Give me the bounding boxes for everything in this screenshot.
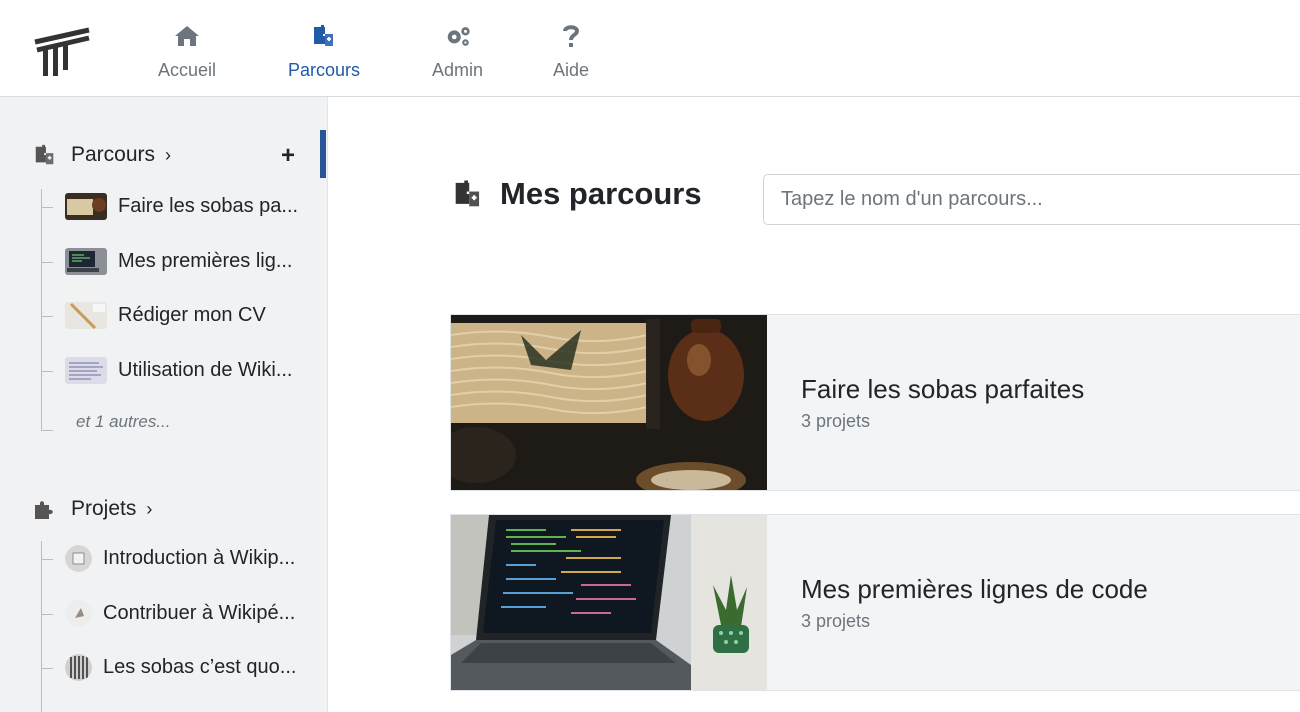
sidebar-parcours-item[interactable]: Utilisation de Wiki... — [65, 357, 293, 384]
tree-branch — [41, 262, 53, 263]
projet-avatar — [65, 545, 92, 572]
nav-accueil-label: Accueil — [158, 60, 217, 80]
projet-avatar — [65, 600, 92, 627]
chevron-right-icon: › — [146, 498, 153, 519]
tree-branch — [41, 430, 53, 431]
puzzle-path-icon — [310, 22, 338, 50]
sidebar-projets-label: Projets — [71, 497, 137, 520]
tree-line — [41, 541, 42, 712]
sidebar-projets-header[interactable]: Projets › — [33, 497, 152, 521]
nav-admin[interactable]: Admin — [432, 22, 483, 81]
nav-parcours[interactable]: Parcours — [288, 22, 360, 81]
tree-branch — [41, 371, 53, 372]
sidebar-parcours-item[interactable]: Mes premières lig... — [65, 248, 293, 275]
tree-branch — [41, 207, 53, 208]
parcours-thumbnail — [65, 193, 107, 220]
home-icon — [173, 22, 201, 50]
parcours-card-title: Mes premières lignes de code — [801, 573, 1148, 604]
gears-icon — [444, 22, 472, 50]
puzzle-path-icon — [33, 143, 57, 167]
projet-avatar — [65, 654, 92, 681]
page-title: Mes parcours — [452, 176, 702, 212]
nav-aide[interactable]: Aide — [553, 22, 589, 81]
parcours-card[interactable]: Mes premières lignes de code 3 projets — [450, 514, 1300, 691]
sidebar-parcours-more-link[interactable]: et 1 autres... — [76, 412, 171, 432]
page-title-text: Mes parcours — [500, 176, 702, 211]
sidebar-scroll-indicator[interactable] — [320, 130, 326, 178]
parcours-card-body: Mes premières lignes de code 3 projets — [767, 515, 1148, 690]
puzzle-icon — [33, 497, 57, 521]
question-icon — [557, 22, 585, 50]
puzzle-path-icon — [452, 178, 484, 210]
parcours-thumbnail — [65, 248, 107, 275]
parcours-card-subtitle: 3 projets — [801, 410, 871, 431]
sidebar-parcours-item-label: Faire les sobas pa... — [118, 195, 299, 217]
sidebar-projet-item-label: Introduction à Wikip... — [103, 547, 296, 569]
sidebar-projet-item[interactable]: Introduction à Wikip... — [65, 545, 295, 572]
parcours-thumbnail — [65, 302, 107, 329]
tree-line — [41, 189, 42, 430]
nav-aide-label: Aide — [553, 60, 590, 80]
tree-branch — [41, 559, 53, 560]
app-logo[interactable] — [33, 26, 93, 78]
nav-parcours-label: Parcours — [288, 60, 361, 80]
sidebar-projet-item[interactable]: Contribuer à Wikipé... — [65, 600, 295, 627]
sidebar: Parcours › + Faire les sobas pa... Mes p… — [0, 97, 328, 712]
tree-branch — [41, 316, 53, 317]
chevron-right-icon: › — [165, 144, 172, 165]
parcours-card-image — [451, 515, 767, 690]
sidebar-parcours-item[interactable]: Rédiger mon CV — [65, 302, 266, 329]
parcours-card-body: Faire les sobas parfaites 3 projets — [767, 315, 1084, 490]
sidebar-parcours-header[interactable]: Parcours › — [33, 143, 171, 167]
search-parcours-input[interactable] — [763, 174, 1300, 225]
sidebar-parcours-item-label: Utilisation de Wiki... — [118, 359, 293, 381]
parcours-thumbnail — [65, 357, 107, 384]
top-navbar: Accueil Parcours Admin Aide — [0, 0, 1300, 97]
parcours-card-title: Faire les sobas parfaites — [801, 373, 1085, 404]
tree-branch — [41, 668, 53, 669]
sidebar-parcours-label: Parcours — [71, 143, 156, 166]
sidebar-parcours-item-label: Rédiger mon CV — [118, 304, 266, 326]
add-parcours-button[interactable]: + — [281, 142, 295, 170]
sidebar-parcours-item[interactable]: Faire les sobas pa... — [65, 193, 298, 220]
parcours-card-image — [451, 315, 767, 490]
sidebar-parcours-item-label: Mes premières lig... — [118, 250, 293, 272]
nav-accueil[interactable]: Accueil — [158, 22, 216, 81]
parcours-card-subtitle: 3 projets — [801, 610, 871, 631]
sidebar-projet-item-label: Contribuer à Wikipé... — [103, 602, 296, 624]
sidebar-projet-item-label: Les sobas c’est quo... — [103, 656, 297, 678]
tree-branch — [41, 614, 53, 615]
sidebar-projet-item[interactable]: Les sobas c’est quo... — [65, 654, 296, 681]
parcours-card[interactable]: Faire les sobas parfaites 3 projets — [450, 314, 1300, 491]
nav-admin-label: Admin — [432, 60, 484, 80]
